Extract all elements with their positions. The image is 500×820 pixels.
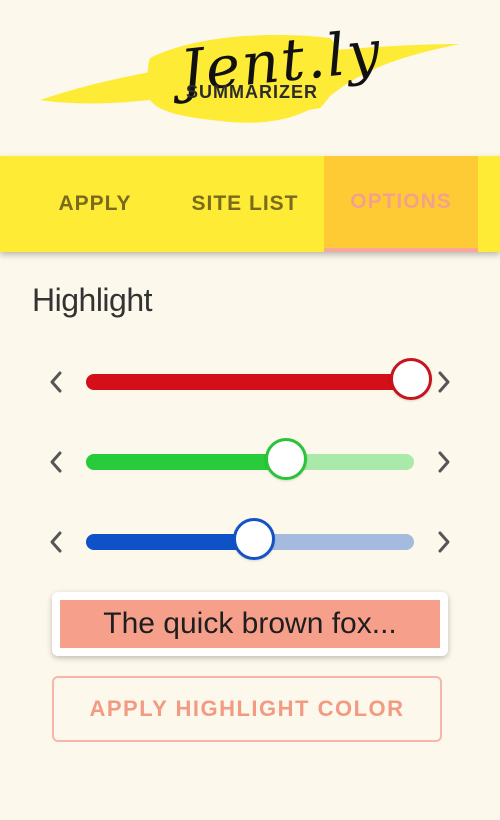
red-slider[interactable] — [86, 358, 432, 400]
app-logo: Jent.ly SUMMARIZER — [30, 17, 470, 133]
chevron-left-icon — [50, 371, 62, 393]
tab-bar: APPLY SITE LIST OPTIONS — [0, 156, 500, 252]
logo-subtitle: SUMMARIZER — [186, 82, 318, 102]
tab-site-list[interactable]: SITE LIST — [166, 156, 324, 252]
blue-slider[interactable] — [86, 518, 414, 560]
chevron-right-icon — [438, 371, 450, 393]
green-slider-row — [0, 432, 500, 492]
red-slider-thumb[interactable] — [390, 358, 432, 400]
section-title: Highlight — [32, 282, 153, 318]
blue-decrease-button[interactable] — [44, 522, 68, 562]
green-decrease-button[interactable] — [44, 442, 68, 482]
blue-slider-thumb[interactable] — [232, 518, 275, 560]
blue-slider-fill — [86, 534, 257, 550]
tab-options[interactable]: OPTIONS — [324, 156, 478, 252]
apply-highlight-color-button[interactable]: APPLY HIGHLIGHT COLOR — [52, 676, 442, 742]
chevron-right-icon — [438, 531, 450, 553]
green-slider[interactable] — [86, 438, 414, 480]
chevron-left-icon — [50, 531, 62, 553]
chevron-right-icon — [438, 451, 450, 473]
highlight-preview-text: The quick brown fox... — [60, 600, 440, 648]
blue-slider-row — [0, 512, 500, 572]
red-slider-row — [0, 352, 500, 412]
red-slider-fill — [86, 374, 414, 390]
tab-apply[interactable]: APPLY — [30, 156, 160, 252]
green-increase-button[interactable] — [432, 442, 456, 482]
blue-increase-button[interactable] — [432, 522, 456, 562]
red-increase-button[interactable] — [432, 362, 456, 402]
green-slider-thumb[interactable] — [265, 438, 308, 480]
chevron-left-icon — [50, 451, 62, 473]
highlight-preview-card: The quick brown fox... — [52, 592, 448, 656]
green-slider-fill — [86, 454, 290, 470]
red-decrease-button[interactable] — [44, 362, 68, 402]
